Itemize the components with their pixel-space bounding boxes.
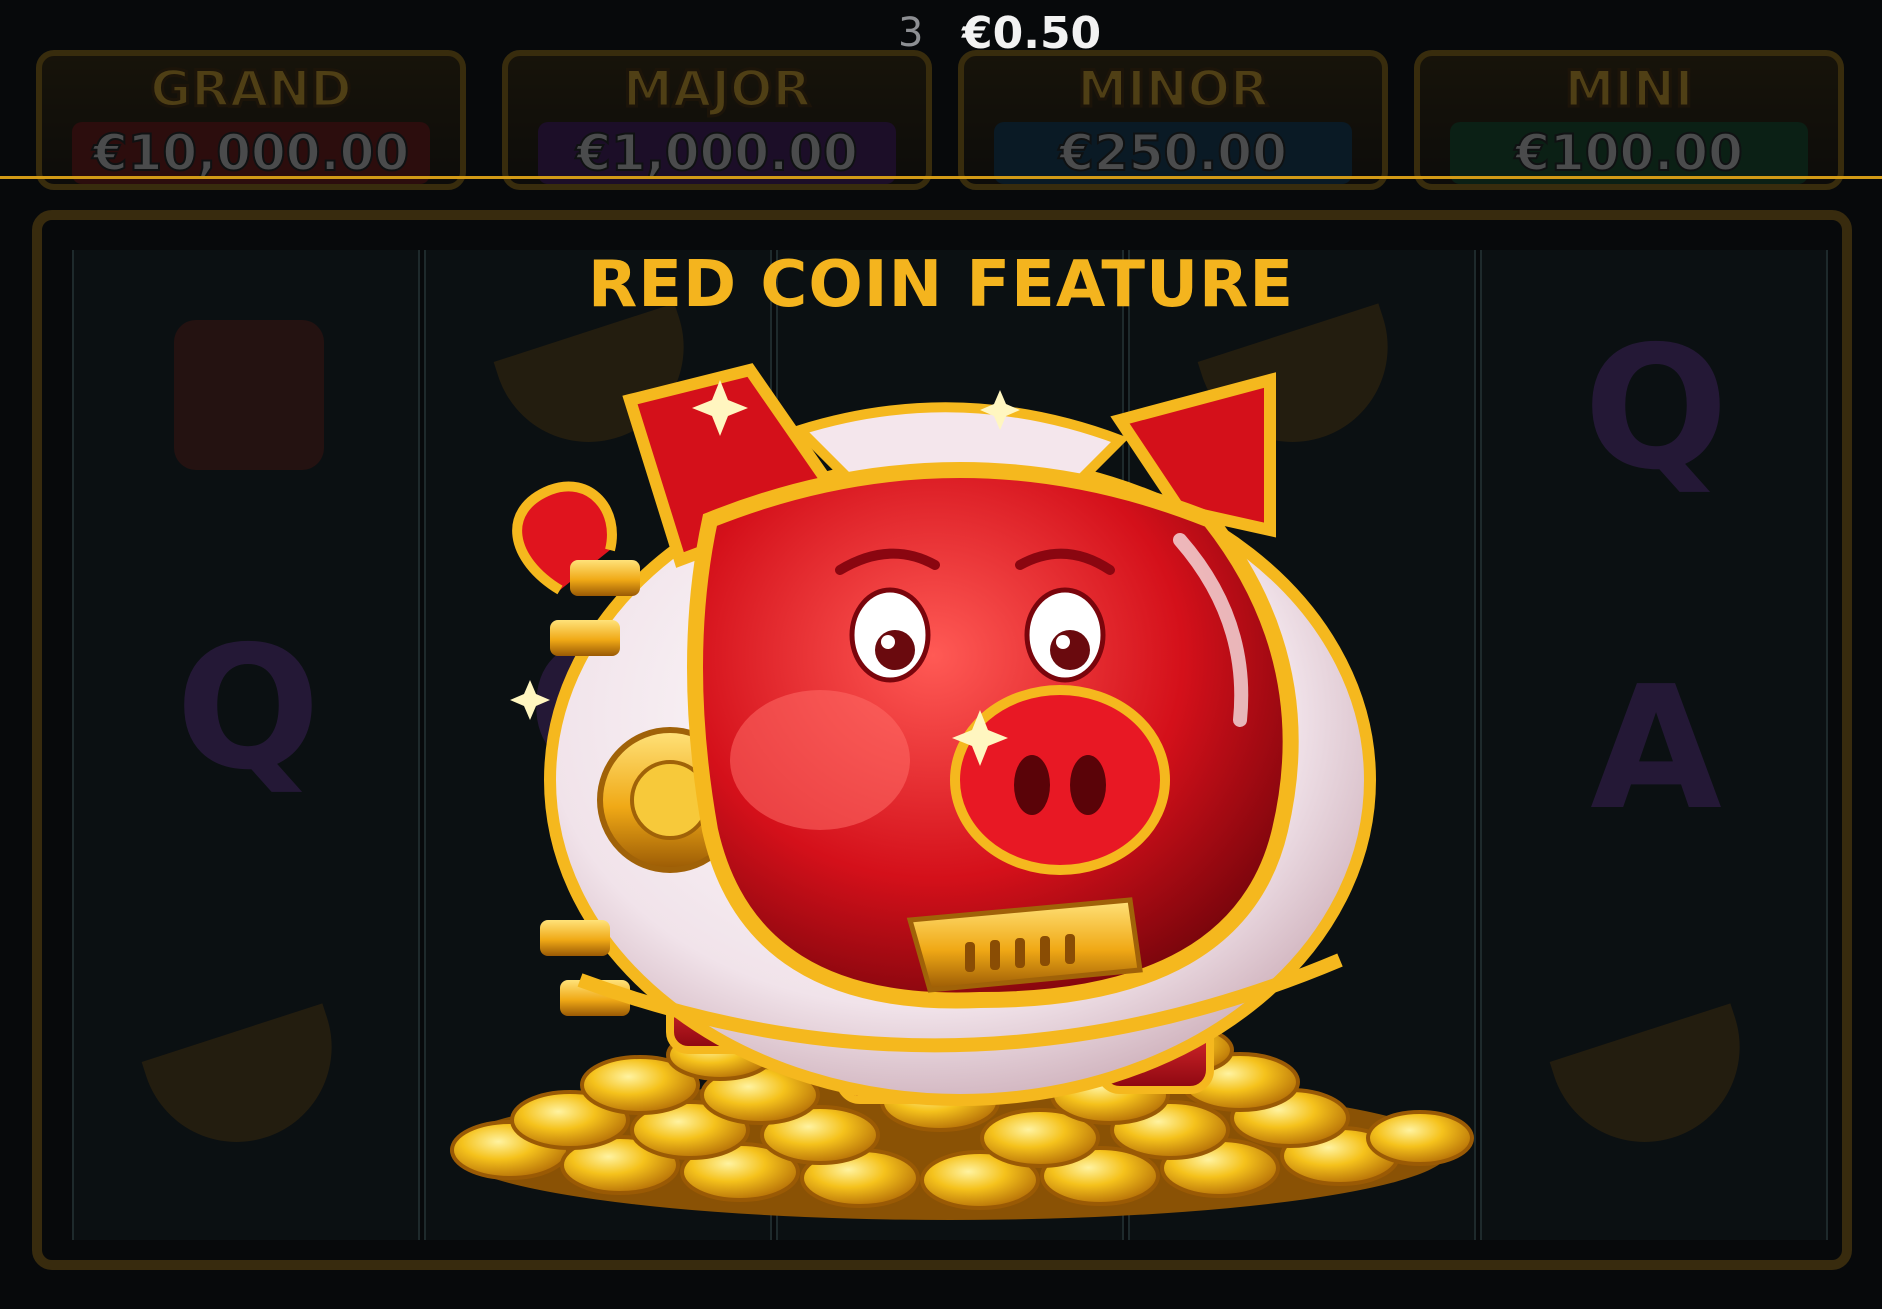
reel-5: Q A: [1480, 250, 1828, 1240]
satellite-dish-icon: [1549, 1003, 1765, 1167]
jackpot-grand: GRAND €10,000.00: [36, 50, 466, 190]
header-divider: [0, 176, 1882, 179]
top-status-bar: 3 €0.50: [0, 0, 1882, 64]
jackpot-major: MAJOR €1,000.00: [502, 50, 932, 190]
jackpot-major-label: MAJOR: [621, 59, 812, 120]
jackpot-grand-label: GRAND: [149, 59, 354, 120]
satellite-dish-icon: [141, 1003, 357, 1167]
bet-amount: €0.50: [962, 8, 1102, 59]
symbol-q: Q: [1583, 310, 1729, 508]
jackpot-minor-label: MINOR: [1076, 59, 1270, 120]
reel-1: Q: [72, 250, 420, 1240]
game-screen: GRAND €10,000.00 MAJOR €1,000.00 MINOR €…: [0, 0, 1882, 1309]
symbol-q: Q: [175, 610, 321, 808]
radio-icon: [174, 320, 324, 470]
astronaut-piggy-bank-icon: [420, 360, 1500, 1240]
feature-title: RED COIN FEATURE: [587, 248, 1295, 322]
jackpot-mini-label: MINI: [1563, 59, 1695, 120]
jackpot-mini: MINI €100.00: [1414, 50, 1844, 190]
spin-count: 3: [898, 10, 924, 56]
symbol-a: A: [1590, 650, 1722, 848]
jackpot-grand-value: €10,000.00: [92, 123, 410, 183]
jackpot-major-value: €1,000.00: [575, 123, 859, 183]
jackpot-mini-value: €100.00: [1514, 123, 1744, 183]
jackpot-minor: MINOR €250.00: [958, 50, 1388, 190]
jackpot-minor-value: €250.00: [1058, 123, 1288, 183]
